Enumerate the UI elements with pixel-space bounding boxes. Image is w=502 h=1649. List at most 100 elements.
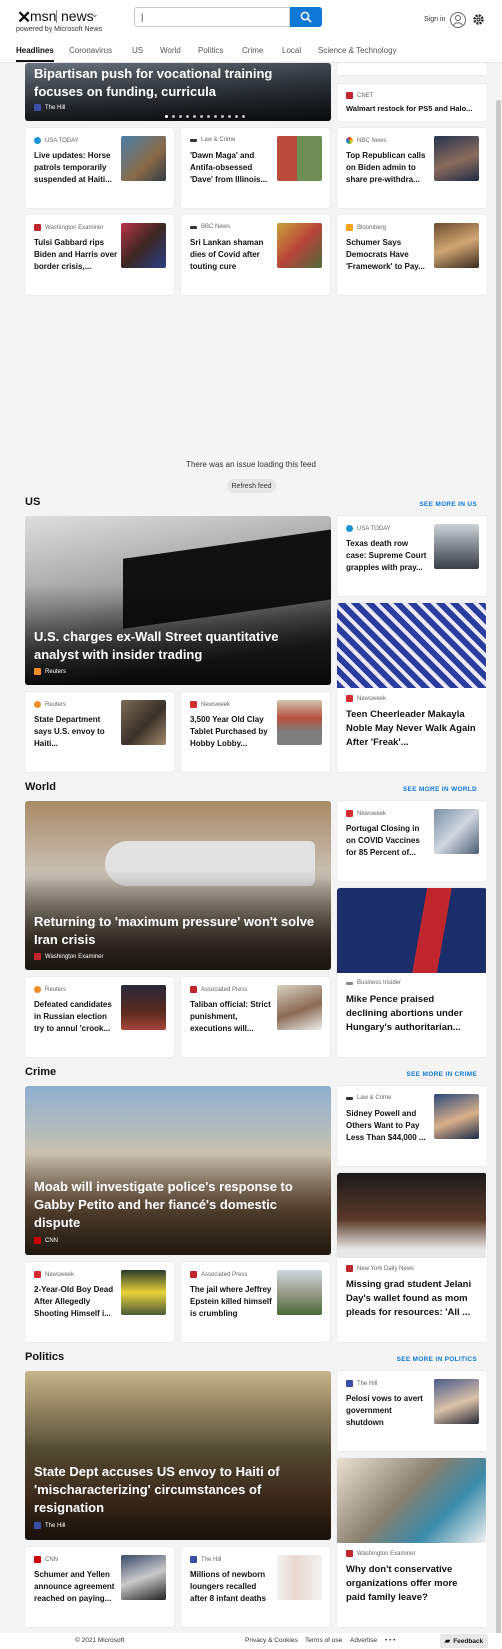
news-card[interactable]: Associated Press Taliban official: Stric… <box>181 977 330 1057</box>
card-title[interactable]: Sidney Powell and Others Want to Pay Les… <box>346 1108 430 1144</box>
news-card[interactable]: The Hill Pelosi vows to avert government… <box>337 1371 487 1451</box>
card-image[interactable] <box>337 888 486 973</box>
tab-science-technology[interactable]: Science & Technology <box>318 46 397 55</box>
card-thumbnail[interactable] <box>434 223 479 268</box>
news-card[interactable]: USA TODAY Live updates: Horse patrols te… <box>25 128 174 208</box>
tab-world[interactable]: World <box>160 46 181 55</box>
politics-hero-card[interactable]: State Dept accuses US envoy to Haiti of … <box>25 1371 331 1540</box>
news-card[interactable]: NBC News Top Republican calls on Biden a… <box>337 128 487 208</box>
more-options-icon[interactable]: • • • <box>385 1637 395 1644</box>
hero-title[interactable]: State Dept accuses US envoy to Haiti of … <box>34 1463 317 1517</box>
news-card-tall[interactable]: Newsweek Teen Cheerleader Makayla Noble … <box>337 603 487 772</box>
news-card[interactable]: Reuters State Department says U.S. envoy… <box>25 692 174 772</box>
top-right-card-2[interactable]: CNET Walmart restock for PS5 and Halo... <box>337 84 487 121</box>
news-card[interactable]: Reuters Defeated candidates in Russian e… <box>25 977 174 1057</box>
card-thumbnail[interactable] <box>121 985 166 1030</box>
news-card[interactable]: The Hill Millions of newborn loungers re… <box>181 1547 330 1627</box>
card-thumbnail[interactable] <box>277 223 322 268</box>
card-image[interactable] <box>337 1458 486 1543</box>
advertise-link[interactable]: Advertise <box>350 1637 377 1644</box>
card-title[interactable]: Live updates: Horse patrols temporarily … <box>34 150 118 186</box>
card-title[interactable]: The jail where Jeffrey Epstein killed hi… <box>190 1284 274 1320</box>
card-thumbnail[interactable] <box>277 700 322 745</box>
hero-title[interactable]: Bipartisan push for vocational training … <box>34 65 317 101</box>
tab-headlines[interactable]: Headlines <box>16 46 54 55</box>
card-thumbnail[interactable] <box>277 985 322 1030</box>
gear-icon[interactable] <box>472 13 485 26</box>
refresh-feed-button[interactable]: Refresh feed <box>227 479 276 493</box>
see-more-crime-link[interactable]: SEE MORE IN CRIME <box>370 1071 477 1078</box>
hero-title[interactable]: Moab will investigate police's response … <box>34 1178 317 1232</box>
card-title[interactable]: Tulsi Gabbard rips Biden and Harris over… <box>34 237 118 273</box>
msn-logo[interactable]: msn <box>30 8 56 24</box>
card-title[interactable]: Sri Lankan shaman dies of Covid after to… <box>190 237 274 273</box>
see-more-world-link[interactable]: SEE MORE IN WORLD <box>370 786 477 793</box>
card-thumbnail[interactable] <box>277 136 322 181</box>
news-card[interactable]: Law & Crime Sidney Powell and Others Wan… <box>337 1086 487 1166</box>
card-title[interactable]: Defeated candidates in Russian election … <box>34 999 118 1035</box>
world-hero-card[interactable]: Returning to 'maximum pressure' won't so… <box>25 801 331 970</box>
card-title[interactable]: 'Dawn Maga' and Antifa-obsessed 'Dave' f… <box>190 150 274 186</box>
news-card[interactable]: USA TODAY Texas death row case: Supreme … <box>337 516 487 596</box>
card-title[interactable]: Texas death row case: Supreme Court grap… <box>346 538 430 574</box>
news-card-tall[interactable]: New York Daily News Missing grad student… <box>337 1173 487 1342</box>
card-thumbnail[interactable] <box>434 136 479 181</box>
card-thumbnail[interactable] <box>121 136 166 181</box>
news-card-tall[interactable]: Washington Examiner Why don't conservati… <box>337 1458 487 1627</box>
card-title[interactable]: Top Republican calls on Biden admin to s… <box>346 150 430 186</box>
card-title[interactable]: State Department says U.S. envoy to Hait… <box>34 714 118 750</box>
card-title[interactable]: Why don't conservative organizations off… <box>346 1563 478 1605</box>
sign-in-link[interactable]: Sign in <box>424 16 445 23</box>
card-title[interactable]: Portugal Closing in on COVID Vaccines fo… <box>346 823 430 859</box>
card-thumbnail[interactable] <box>434 809 479 854</box>
card-thumbnail[interactable] <box>277 1270 322 1315</box>
card-thumbnail[interactable] <box>434 524 479 569</box>
hero-title[interactable]: Returning to 'maximum pressure' won't so… <box>34 913 317 949</box>
tab-local[interactable]: Local <box>282 46 301 55</box>
search-button[interactable] <box>290 7 322 27</box>
see-more-us-link[interactable]: SEE MORE IN US <box>380 501 477 508</box>
news-card[interactable]: Newsweek 2-Year-Old Boy Dead After Alleg… <box>25 1262 174 1342</box>
feedback-button[interactable]: ▰ Feedback <box>440 1634 488 1648</box>
section-title-politics[interactable]: Politics <box>25 1351 64 1363</box>
news-card[interactable]: BBC News Sri Lankan shaman dies of Covid… <box>181 215 330 295</box>
card-title[interactable]: Pelosi vows to avert government shutdown <box>346 1393 430 1429</box>
page-scrollbar[interactable] <box>496 100 501 1640</box>
tab-us[interactable]: US <box>132 46 143 55</box>
card-title[interactable]: Mike Pence praised declining abortions u… <box>346 993 478 1035</box>
privacy-cookies-link[interactable]: Privacy & Cookies <box>245 1637 298 1644</box>
card-image[interactable] <box>337 1173 486 1258</box>
news-card[interactable]: Newsweek Portugal Closing in on COVID Va… <box>337 801 487 881</box>
card-title[interactable]: 2-Year-Old Boy Dead After Allegedly Shoo… <box>34 1284 118 1320</box>
card-title[interactable]: Taliban official: Strict punishment, exe… <box>190 999 274 1035</box>
section-title-crime[interactable]: Crime <box>25 1066 56 1078</box>
card-title[interactable]: 3,500 Year Old Clay Tablet Purchased by … <box>190 714 274 750</box>
avatar-icon[interactable] <box>450 12 466 28</box>
card-image[interactable] <box>337 603 486 688</box>
card-thumbnail[interactable] <box>121 1555 166 1600</box>
card-title[interactable]: Schumer and Yellen announce agreement re… <box>34 1569 118 1605</box>
section-title-us[interactable]: US <box>25 496 40 508</box>
tab-politics[interactable]: Politics <box>198 46 223 55</box>
card-title[interactable]: Teen Cheerleader Makayla Noble May Never… <box>346 708 478 750</box>
card-title[interactable]: Millions of newborn loungers recalled af… <box>190 1569 274 1605</box>
tab-coronavirus[interactable]: Coronavirus <box>69 46 112 55</box>
card-thumbnail[interactable] <box>121 700 166 745</box>
news-card[interactable]: CNN Schumer and Yellen announce agreemen… <box>25 1547 174 1627</box>
hero-title[interactable]: U.S. charges ex-Wall Street quantitative… <box>34 628 317 664</box>
card-thumbnail[interactable] <box>434 1094 479 1139</box>
top-right-card-1[interactable] <box>337 63 487 75</box>
news-card[interactable]: Law & Crime 'Dawn Maga' and Antifa-obses… <box>181 128 330 208</box>
top-hero-card[interactable]: Bipartisan push for vocational training … <box>25 63 331 121</box>
card-thumbnail[interactable] <box>434 1379 479 1424</box>
news-card[interactable]: Associated Press The jail where Jeffrey … <box>181 1262 330 1342</box>
news-brand[interactable]: news <box>61 8 94 24</box>
crime-hero-card[interactable]: Moab will investigate police's response … <box>25 1086 331 1255</box>
card-thumbnail[interactable] <box>121 223 166 268</box>
card-title[interactable]: Walmart restock for PS5 and Halo... <box>346 104 472 113</box>
chevron-down-icon[interactable]: ⌄ <box>91 9 99 20</box>
terms-of-use-link[interactable]: Terms of use <box>305 1637 342 1644</box>
card-thumbnail[interactable] <box>121 1270 166 1315</box>
news-card[interactable]: Bloomberg Schumer Says Democrats Have 'F… <box>337 215 487 295</box>
search-input[interactable] <box>134 7 290 27</box>
